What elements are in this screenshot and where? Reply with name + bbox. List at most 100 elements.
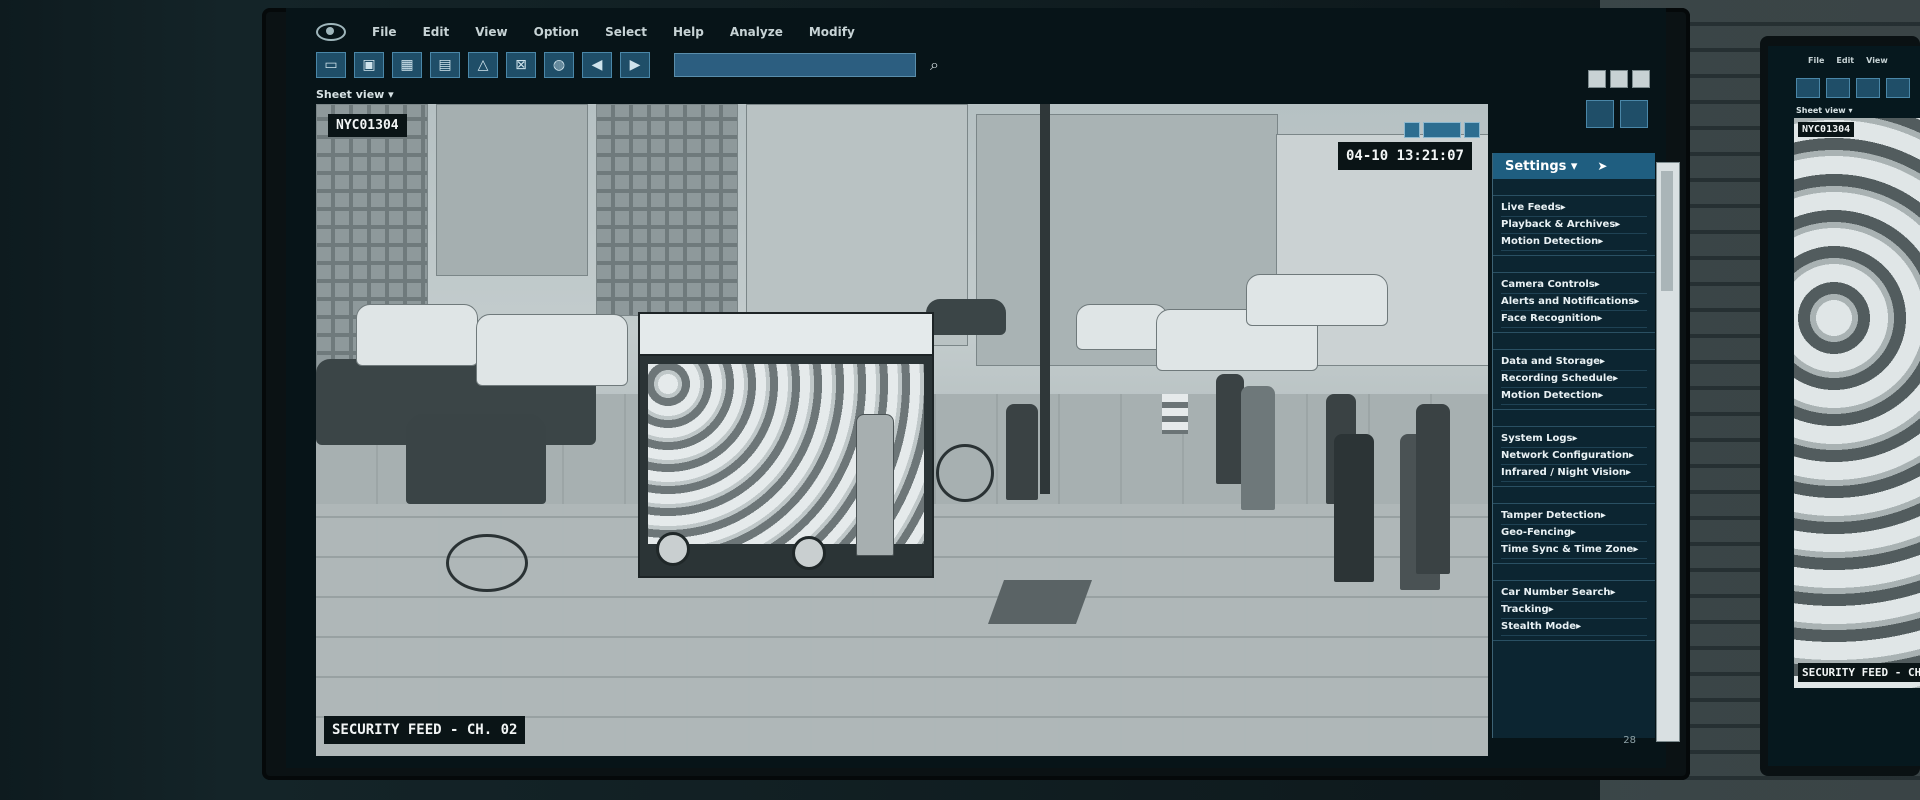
- pedicab: [406, 414, 546, 504]
- settings-group-feeds: Live Feeds▸ Playback & Archives▸ Motion …: [1493, 195, 1655, 256]
- camera-id-label: NYC01304: [328, 114, 407, 137]
- secondary-sheet-view[interactable]: Sheet view ▾: [1796, 106, 1853, 115]
- van: [1246, 274, 1388, 326]
- traffic-barrel: [1162, 394, 1188, 434]
- cart-wheel: [792, 536, 826, 570]
- menu-help[interactable]: Help: [673, 25, 704, 39]
- secondary-menu-view[interactable]: View: [1866, 56, 1888, 65]
- maximize-button[interactable]: [1610, 70, 1628, 88]
- toolbar: ▭ ▣ ▦ ▤ △ ⊠ ◍ ◀ ▶ ⌕: [316, 52, 939, 78]
- main-monitor: File Edit View Option Select Help Analyz…: [262, 8, 1690, 780]
- settings-group-system: System Logs▸ Network Configuration▸ Infr…: [1493, 426, 1655, 487]
- window-controls: [1588, 70, 1650, 88]
- settings-title: Settings ▾: [1505, 158, 1578, 174]
- edit-icon[interactable]: [1620, 100, 1648, 128]
- document-icon[interactable]: ▤: [430, 52, 460, 78]
- secondary-menu-bar: File Edit View: [1808, 56, 1888, 65]
- settings-panel: Settings ▾ ➤ Live Feeds▸ Playback & Arch…: [1492, 153, 1655, 738]
- settings-playback-archives[interactable]: Playback & Archives▸: [1501, 217, 1647, 234]
- settings-group-camera: Camera Controls▸ Alerts and Notification…: [1493, 272, 1655, 333]
- arrow-left-icon[interactable]: ◀: [582, 52, 612, 78]
- eye-logo-icon: [316, 23, 346, 41]
- settings-motion-detection[interactable]: Motion Detection▸: [1501, 234, 1647, 251]
- settings-network-config[interactable]: Network Configuration▸: [1501, 448, 1647, 465]
- settings-camera-controls[interactable]: Camera Controls▸: [1501, 277, 1647, 294]
- secondary-menu-file[interactable]: File: [1808, 56, 1824, 65]
- person: [1241, 386, 1275, 510]
- pedicab-wheel: [446, 534, 528, 592]
- building: [436, 104, 588, 276]
- settings-infrared[interactable]: Infrared / Night Vision▸: [1501, 465, 1647, 482]
- settings-live-feeds[interactable]: Live Feeds▸: [1501, 200, 1647, 217]
- settings-group-data: Data and Storage▸ Recording Schedule▸ Mo…: [1493, 349, 1655, 410]
- traffic-pole: [1040, 104, 1050, 494]
- menu-modify[interactable]: Modify: [809, 25, 855, 39]
- feed-mini-toolbar: [1404, 122, 1480, 138]
- settings-geo-fencing[interactable]: Geo-Fencing▸: [1501, 525, 1647, 542]
- zoom-icon[interactable]: [1404, 122, 1420, 138]
- search-icon[interactable]: ⌕: [930, 55, 939, 75]
- cloud-icon[interactable]: [1586, 100, 1614, 128]
- minimize-button[interactable]: [1588, 70, 1606, 88]
- channel-label: SECURITY FEED - CH. 02: [324, 716, 526, 744]
- taxi: [356, 304, 478, 366]
- settings-system-logs[interactable]: System Logs▸: [1501, 431, 1647, 448]
- secondary-camera-feed[interactable]: NYC01304 SECURITY FEED - CH.: [1794, 118, 1920, 688]
- person: [1216, 374, 1244, 484]
- settings-group-tracking: Car Number Search▸ Tracking▸ Stealth Mod…: [1493, 580, 1655, 641]
- grid-icon[interactable]: [1856, 78, 1880, 98]
- settings-motion-detection-2[interactable]: Motion Detection▸: [1501, 388, 1647, 405]
- person: [1334, 434, 1374, 582]
- cart-sign: [640, 314, 932, 356]
- settings-header[interactable]: Settings ▾ ➤: [1493, 153, 1655, 179]
- manhole: [987, 580, 1093, 624]
- settings-tamper-detection[interactable]: Tamper Detection▸: [1501, 508, 1647, 525]
- arrow-right-icon[interactable]: ▶: [620, 52, 650, 78]
- person: [1416, 404, 1450, 574]
- globe-icon[interactable]: ◍: [544, 52, 574, 78]
- scrollbar-thumb[interactable]: [1661, 171, 1673, 291]
- settings-data-storage[interactable]: Data and Storage▸: [1501, 354, 1647, 371]
- bicycle: [936, 444, 994, 502]
- taxi: [476, 314, 628, 386]
- settings-alerts[interactable]: Alerts and Notifications▸: [1501, 294, 1647, 311]
- document-icon[interactable]: [1886, 78, 1910, 98]
- camera-icon[interactable]: ▣: [354, 52, 384, 78]
- menu-analyze[interactable]: Analyze: [730, 25, 783, 39]
- search-feed-icon[interactable]: [1464, 122, 1480, 138]
- secondary-channel-label: SECURITY FEED - CH.: [1798, 663, 1920, 682]
- search-input[interactable]: [674, 53, 916, 77]
- cursor-icon: ➤: [1597, 159, 1608, 173]
- grid-icon[interactable]: ▦: [392, 52, 422, 78]
- person: [1006, 404, 1038, 500]
- car: [1076, 304, 1168, 350]
- settings-time-sync[interactable]: Time Sync & Time Zone▸: [1501, 542, 1647, 559]
- secondary-camera-id: NYC01304: [1798, 122, 1855, 137]
- triangle-icon[interactable]: △: [468, 52, 498, 78]
- menu-select[interactable]: Select: [605, 25, 647, 39]
- settings-car-number-search[interactable]: Car Number Search▸: [1501, 585, 1647, 602]
- menu-view[interactable]: View: [475, 25, 507, 39]
- menu-option[interactable]: Option: [534, 25, 579, 39]
- layout-icon[interactable]: ▭: [316, 52, 346, 78]
- view-tools: [1586, 100, 1648, 128]
- camera-icon[interactable]: [1826, 78, 1850, 98]
- menu-edit[interactable]: Edit: [423, 25, 450, 39]
- settings-recording-schedule[interactable]: Recording Schedule▸: [1501, 371, 1647, 388]
- settings-scrollbar[interactable]: [1656, 162, 1680, 742]
- zoom-slider[interactable]: [1423, 122, 1461, 138]
- menu-bar: File Edit View Option Select Help Analyz…: [316, 20, 855, 44]
- cart-wheel: [656, 532, 690, 566]
- close-button[interactable]: [1632, 70, 1650, 88]
- select-icon[interactable]: ⊠: [506, 52, 536, 78]
- settings-tracking[interactable]: Tracking▸: [1501, 602, 1647, 619]
- sheet-view-dropdown[interactable]: Sheet view ▾: [316, 88, 394, 101]
- settings-stealth-mode[interactable]: Stealth Mode▸: [1501, 619, 1647, 636]
- camera-feed[interactable]: NYC01304 04-10 13:21:07 SECURITY FEED - …: [316, 104, 1488, 756]
- secondary-toolbar: [1796, 78, 1910, 98]
- settings-group-security: Tamper Detection▸ Geo-Fencing▸ Time Sync…: [1493, 503, 1655, 564]
- settings-face-recognition[interactable]: Face Recognition▸: [1501, 311, 1647, 328]
- secondary-menu-edit[interactable]: Edit: [1836, 56, 1854, 65]
- layout-icon[interactable]: [1796, 78, 1820, 98]
- menu-file[interactable]: File: [372, 25, 397, 39]
